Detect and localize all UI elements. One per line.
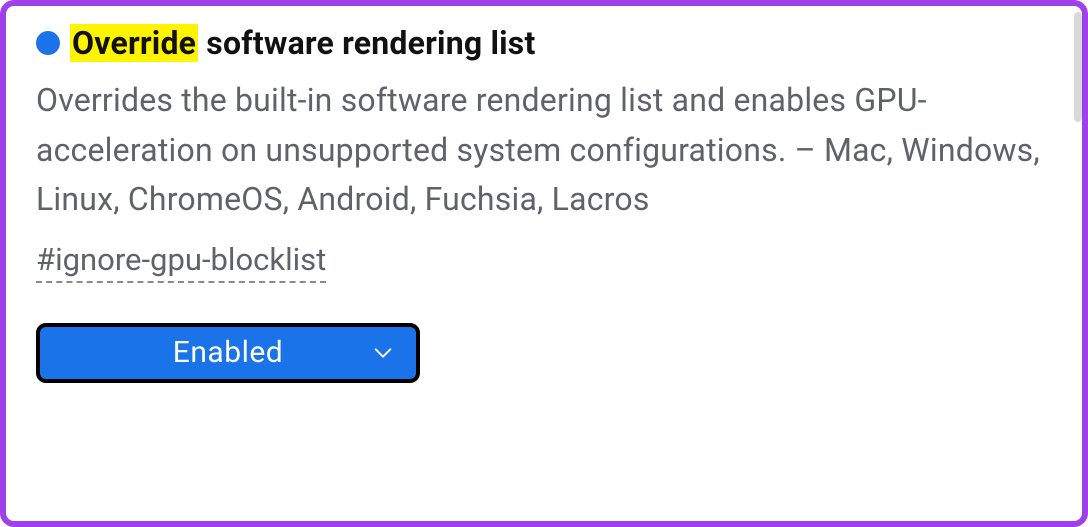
flag-state-select[interactable]: Enabled [36, 323, 420, 383]
chevron-down-icon [372, 342, 394, 364]
flag-state-value: Enabled [173, 335, 283, 370]
flag-title: Override software rendering list [70, 24, 535, 62]
status-dot-icon [36, 31, 60, 55]
flag-title-row: Override software rendering list [36, 24, 1054, 62]
flag-description: Overrides the built-in software renderin… [36, 76, 1054, 225]
flag-title-highlight: Override [70, 24, 198, 62]
flag-card: Override software rendering list Overrid… [0, 0, 1088, 527]
flag-anchor-link[interactable]: #ignore-gpu-blocklist [36, 241, 326, 283]
flag-title-rest: software rendering list [198, 24, 535, 62]
scrollbar-thumb[interactable] [1074, 12, 1082, 122]
